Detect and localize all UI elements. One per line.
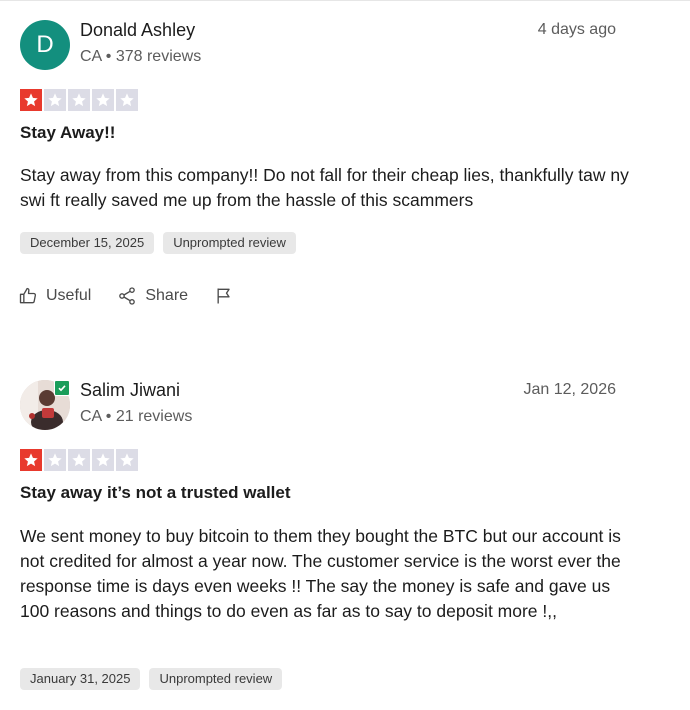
- share-label: Share: [145, 287, 189, 304]
- star-icon: [44, 449, 66, 471]
- useful-label: Useful: [46, 287, 92, 304]
- star-icon: [20, 449, 42, 471]
- star-icon: [116, 89, 138, 111]
- reviewer-meta: CA • 378 reviews: [80, 48, 202, 65]
- share-button[interactable]: Share: [117, 286, 188, 306]
- review-actions: Useful Share: [18, 286, 268, 306]
- review-title[interactable]: Stay Away!!: [20, 123, 115, 143]
- review-date: Jan 12, 2026: [523, 381, 616, 398]
- reviewer-name[interactable]: Donald Ashley: [80, 20, 195, 41]
- review-body: Stay away from this company!! Do not fal…: [20, 165, 629, 210]
- top-divider: [0, 0, 690, 1]
- avatar-initial: D: [36, 31, 54, 58]
- useful-button[interactable]: Useful: [18, 286, 91, 306]
- star-rating: [20, 449, 138, 471]
- verified-badge-icon: [54, 380, 70, 396]
- star-icon: [44, 89, 66, 111]
- review-tags: January 31, 2025 Unprompted review: [20, 668, 283, 690]
- review-body: We sent money to buy bitcoin to them the…: [20, 526, 621, 621]
- report-button[interactable]: [214, 286, 242, 306]
- star-icon: [68, 449, 90, 471]
- review-title[interactable]: Stay away it’s not a trusted wallet: [20, 483, 291, 503]
- experience-date-badge: January 31, 2025: [20, 668, 141, 690]
- unprompted-review-badge[interactable]: Unprompted review: [149, 668, 283, 690]
- review-tags: December 15, 2025 Unprompted review: [20, 232, 296, 254]
- review-date: 4 days ago: [537, 21, 616, 38]
- experience-date-badge: December 15, 2025: [20, 232, 155, 254]
- star-icon: [92, 449, 114, 471]
- reviewer-name[interactable]: Salim Jiwani: [80, 380, 180, 401]
- flag-icon: [217, 288, 230, 304]
- thumbs-up-icon: [19, 287, 37, 304]
- reviewer-meta: CA • 21 reviews: [80, 408, 193, 425]
- star-icon: [92, 89, 114, 111]
- unprompted-review-badge[interactable]: Unprompted review: [163, 232, 296, 254]
- star-rating: [20, 89, 138, 111]
- star-icon: [116, 449, 138, 471]
- star-icon: [68, 89, 90, 111]
- avatar[interactable]: D: [20, 20, 70, 70]
- share-icon: [119, 287, 136, 305]
- star-icon: [20, 89, 42, 111]
